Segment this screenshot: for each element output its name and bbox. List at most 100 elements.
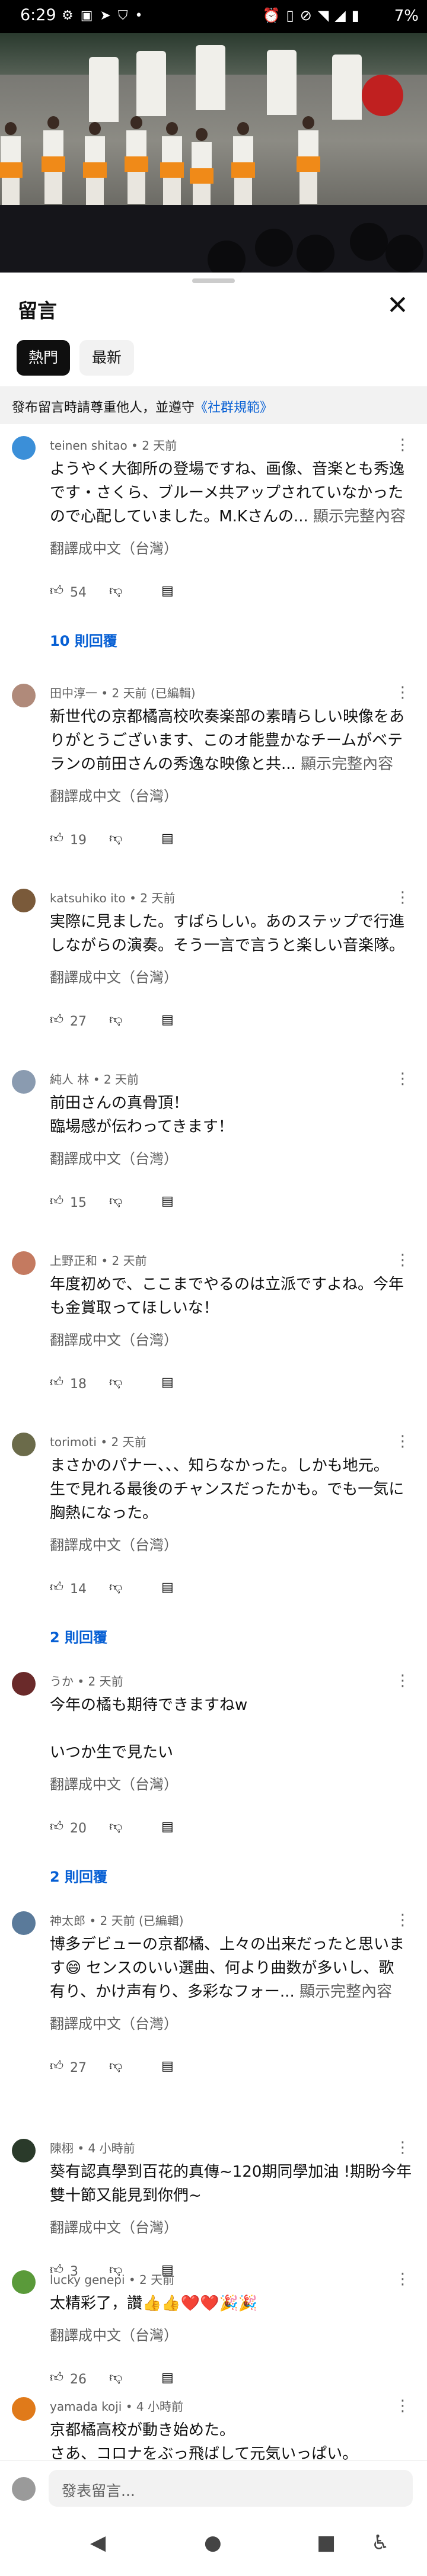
reply-icon[interactable]: ▤ [161,832,174,846]
more-options-icon[interactable]: ⋮ [395,1252,410,1268]
like-icon[interactable]: 👍︎ [50,2371,64,2385]
like-icon[interactable]: 👍︎ [50,584,64,598]
commenter-avatar[interactable] [12,1433,36,1456]
reply-icon[interactable]: ▤ [161,1013,174,1027]
like-count: 54 [70,585,87,600]
accessibility-icon[interactable]: ♿ [371,2531,389,2555]
dislike-icon[interactable]: 👎︎ [109,1581,122,1595]
like-icon[interactable]: 👍︎ [50,1376,64,1390]
comment-author[interactable]: katsuhiko ito [50,891,126,905]
dislike-icon[interactable]: 👎︎ [109,1376,122,1390]
translate-button[interactable]: 翻譯成中文（台灣） [50,1773,178,1793]
dislike-icon[interactable]: 👎︎ [109,2371,122,2385]
commenter-avatar[interactable] [12,2139,36,2162]
reply-icon[interactable]: ▤ [161,1820,174,1834]
translate-button[interactable]: 翻譯成中文（台灣） [50,966,178,986]
commenter-avatar[interactable] [12,1070,36,1094]
more-options-icon[interactable]: ⋮ [395,1071,410,1087]
dislike-icon[interactable]: 👎︎ [109,1194,122,1209]
comment-author[interactable]: うか [50,1674,74,1689]
comment-time: 2 天前 [103,1072,139,1087]
notification-icons: ⚙▣➤⛉• [62,8,149,23]
more-options-icon[interactable]: ⋮ [395,1912,410,1928]
like-icon[interactable]: 👍︎ [50,1581,64,1595]
battery-percent: 7% [394,7,419,25]
translate-button[interactable]: 翻譯成中文（台灣） [50,1328,178,1349]
translate-button[interactable]: 翻譯成中文（台灣） [50,1147,178,1168]
show-more-link[interactable]: 顯示完整內容 [299,1983,392,2001]
reply-icon[interactable]: ▤ [161,1581,174,1595]
commenter-avatar[interactable] [12,1672,36,1696]
dislike-icon[interactable]: 👎︎ [109,832,122,846]
performer [136,51,166,116]
comment-time: 2 天前 [142,438,177,453]
close-icon[interactable]: ✕ [387,293,409,319]
commenter-avatar[interactable] [12,889,36,912]
view-replies-link[interactable]: 10 則回覆 [50,629,117,650]
commenter-avatar[interactable] [12,2397,36,2421]
more-options-icon[interactable]: ⋮ [395,685,410,700]
commenter-avatar[interactable] [12,1911,36,1935]
more-options-icon[interactable]: ⋮ [395,2271,410,2287]
comment-time: 2 天前 [140,891,176,905]
drag-handle[interactable] [192,278,235,283]
commenter-avatar[interactable] [12,1251,36,1275]
like-icon[interactable]: 👍︎ [50,2059,64,2074]
signal-icon: ◢ [334,7,352,24]
comment-author[interactable]: torimoti [50,1435,97,1449]
show-more-link[interactable]: 顯示完整內容 [313,508,406,526]
recents-icon[interactable]: ■ [317,2531,336,2555]
translate-button[interactable]: 翻譯成中文（台灣） [50,2012,178,2033]
comment-author[interactable]: teinen shitao [50,438,128,453]
reply-icon[interactable]: ▤ [161,2371,174,2385]
home-icon[interactable]: ● [204,2531,222,2555]
translate-button[interactable]: 翻譯成中文（台灣） [50,2324,178,2344]
chip-top-comments[interactable]: 熱門 [17,340,70,376]
translate-button[interactable]: 翻譯成中文（台灣） [50,537,178,558]
translate-button[interactable]: 翻譯成中文（台灣） [50,784,178,805]
more-options-icon[interactable]: ⋮ [395,437,410,453]
comment-author[interactable]: yamada koji [50,2399,122,2414]
comment-author[interactable]: 純人 林 [50,1072,89,1087]
view-replies-link[interactable]: 2 則回覆 [50,1865,107,1886]
dislike-icon[interactable]: 👎︎ [109,1820,122,1834]
commenter-avatar[interactable] [12,684,36,707]
more-options-icon[interactable]: ⋮ [395,2140,410,2155]
like-icon[interactable]: 👍︎ [50,1194,64,1209]
commenter-avatar[interactable] [12,2270,36,2294]
comment-author[interactable]: 陳栩 [50,2141,74,2155]
comment-text: 年度初めで、ここまでやるのは立派ですよね。今年 も金賞取ってほしいな！ [50,1273,406,1320]
dislike-icon[interactable]: 👎︎ [109,1013,122,1027]
comment-author[interactable]: 田中淳一 [50,686,97,700]
reply-icon[interactable]: ▤ [161,584,174,598]
like-icon[interactable]: 👍︎ [50,1013,64,1027]
comment-input[interactable]: 發表留言... [49,2470,413,2507]
translate-button[interactable]: 翻譯成中文（台灣） [50,2216,178,2237]
like-icon[interactable]: 👍︎ [50,1820,64,1834]
more-options-icon[interactable]: ⋮ [395,890,410,905]
chip-newest[interactable]: 最新 [79,340,134,376]
back-icon[interactable]: ◀ [90,2531,106,2555]
reply-icon[interactable]: ▤ [161,1376,174,1390]
translate-button[interactable]: 翻譯成中文（台灣） [50,1533,178,1554]
dislike-icon[interactable]: 👎︎ [109,584,122,598]
reply-icon[interactable]: ▤ [161,2059,174,2074]
comment-author[interactable]: 上野正和 [50,1254,97,1268]
comment-actions: 👍︎ 15 👎︎ ▤ [50,1194,228,1212]
comment-author[interactable]: 神太郎 [50,1914,85,1928]
like-icon[interactable]: 👍︎ [50,832,64,846]
notice-text: 發布留言時請尊重他人，並遵守 [12,401,195,415]
more-options-icon[interactable]: ⋮ [395,1434,410,1449]
comment-meta: うか • 2 天前 [50,1672,123,1689]
dancer [231,122,255,210]
more-options-icon[interactable]: ⋮ [395,1673,410,1689]
comment-author[interactable]: lucky genepi [50,2273,125,2287]
show-more-link[interactable]: 顯示完整內容 [301,755,393,773]
dislike-icon[interactable]: 👎︎ [109,2059,122,2074]
community-guidelines-link[interactable]: 《社群規範》 [195,401,273,415]
more-options-icon[interactable]: ⋮ [395,2398,410,2414]
view-replies-link[interactable]: 2 則回覆 [50,1626,107,1646]
video-player[interactable] [0,33,427,273]
commenter-avatar[interactable] [12,436,36,460]
reply-icon[interactable]: ▤ [161,1194,174,1209]
